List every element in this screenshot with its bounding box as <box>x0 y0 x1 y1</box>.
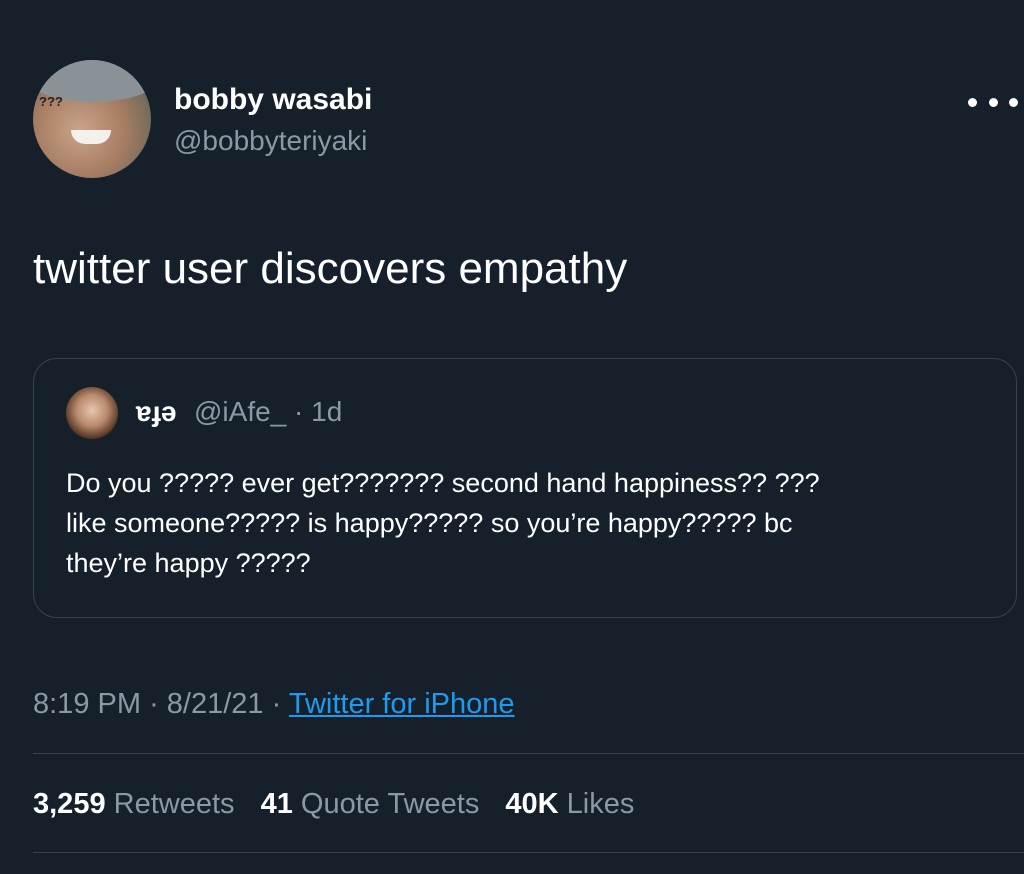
author-display-name[interactable]: bobby wasabi <box>174 82 372 118</box>
more-dot <box>1009 97 1018 107</box>
quoted-author-handle: @iAfe_ <box>194 396 287 427</box>
retweets-stat[interactable]: 3,259 Retweets <box>33 788 235 820</box>
quoted-author-meta: @iAfe_ · 1d <box>194 395 342 429</box>
quoted-tweet-line: like someone????? is happy????? so you’r… <box>66 508 793 538</box>
avatar-text: ??? <box>39 94 63 109</box>
divider <box>33 753 1024 754</box>
timestamp-separator: · <box>271 688 282 720</box>
quoted-tweet-card[interactable]: ɐɟǝ @iAfe_ · 1d Do you ????? ever get???… <box>33 358 1017 618</box>
quoted-author-display-name: ɐɟǝ <box>136 396 177 427</box>
likes-stat[interactable]: 40K Likes <box>505 788 634 820</box>
tweet-stats: 3,259 Retweets 41 Quote Tweets 40K Likes <box>33 786 652 822</box>
quote-tweets-stat[interactable]: 41 Quote Tweets <box>261 788 480 820</box>
author-handle[interactable]: @bobbyteriyaki <box>174 124 367 158</box>
quoted-tweet-text: Do you ????? ever get??????? second hand… <box>66 463 996 583</box>
avatar-smile <box>71 130 111 144</box>
quote-tweets-label: Quote Tweets <box>300 788 480 820</box>
tweet-source-link[interactable]: Twitter for iPhone <box>289 688 515 720</box>
tweet-date: 8/21/21 <box>166 688 264 720</box>
likes-count: 40K <box>505 788 559 820</box>
quote-tweets-count: 41 <box>260 788 293 820</box>
divider <box>33 852 1024 853</box>
more-dot <box>968 97 977 107</box>
more-dot <box>988 97 998 107</box>
quoted-tweet-line: Do you ????? ever get??????? second hand… <box>66 468 820 498</box>
quoted-tweet-line: they’re happy ????? <box>66 548 311 578</box>
quoted-author-avatar <box>66 387 118 439</box>
timestamp-separator: · <box>149 688 159 720</box>
tweet-time: 8:19 PM <box>33 688 141 720</box>
tweet-text: twitter user discovers empathy <box>33 244 628 293</box>
author-avatar[interactable]: ??? <box>33 60 151 178</box>
tweet-timestamp: 8:19 PM · 8/21/21 · Twitter for iPhone <box>33 686 515 722</box>
quoted-tweet-age: 1d <box>311 396 343 427</box>
likes-label: Likes <box>566 788 635 820</box>
quoted-meta-separator: · <box>294 396 304 427</box>
retweets-count: 3,259 <box>33 788 106 820</box>
more-options-icon[interactable] <box>968 92 1018 112</box>
retweets-label: Retweets <box>113 788 235 820</box>
